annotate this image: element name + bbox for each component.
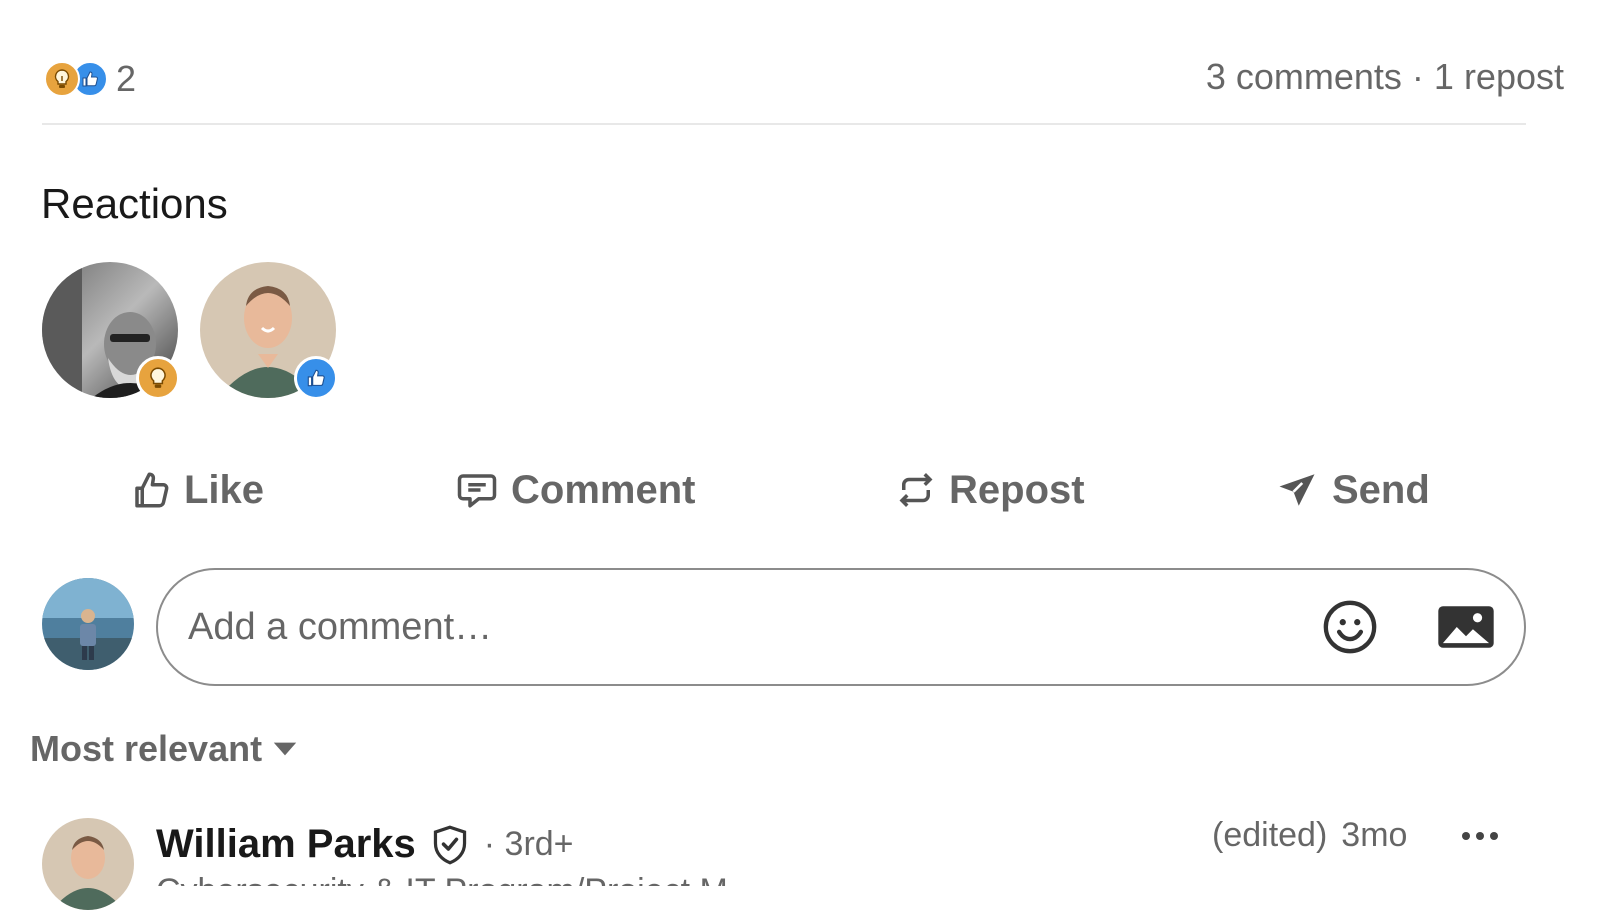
like-label: Like [184,467,265,512]
emoji-button[interactable] [1318,595,1382,659]
comment-button[interactable]: Comment [455,450,695,530]
comment-icon [457,474,497,508]
current-user-avatar[interactable] [42,578,134,670]
add-comment-input[interactable] [186,604,1270,650]
reposts-count-link[interactable]: 1 repost [1434,56,1564,98]
commenter-headline-text: Cybersecurity & IT Program/Project M [156,874,856,886]
divider [42,123,1526,125]
reaction-summary[interactable]: 2 [44,58,136,100]
insightful-reaction-icon [44,61,80,97]
comment-timestamp: 3mo [1341,816,1408,854]
thumbs-up-icon [135,472,169,508]
comment-sort-dropdown[interactable]: Most relevant [30,728,298,770]
send-button[interactable]: Send [1274,450,1430,530]
insightful-badge-icon [136,356,180,400]
like-button[interactable]: Like [130,450,264,530]
commenter-avatar[interactable] [42,818,134,910]
commenter-name[interactable]: William Parks [156,822,416,867]
post-action-bar: Like Comment Repost Send [40,450,1560,530]
caret-down-icon [273,742,297,756]
comment-composer[interactable] [156,568,1526,686]
emoji-icon [1323,600,1377,654]
verified-shield-icon [433,825,466,865]
engagement-counts: 3 comments · 1 repost [1206,56,1564,98]
send-icon [1279,474,1315,506]
comment-meta: (edited) 3mo [1212,816,1407,855]
repost-label: Repost [949,467,1085,512]
social-counts-bar: 2 3 comments · 1 repost [44,50,1564,106]
comments-count-link[interactable]: 3 comments [1206,56,1402,98]
connection-degree: · 3rd+ [483,825,574,863]
reactor-avatar-1[interactable] [42,262,180,400]
add-image-button[interactable] [1434,595,1498,659]
reactor-avatar-2[interactable] [200,262,338,400]
reactions-heading: Reactions [41,180,228,227]
repost-button[interactable]: Repost [895,450,1085,530]
image-icon [1438,606,1494,648]
like-badge-icon [294,356,338,400]
commenter-headline: Cybersecurity & IT Program/Project M [156,874,856,886]
commenter-name-row: William Parks · 3rd+ [156,822,574,867]
comment-label: Comment [511,467,696,512]
reaction-count[interactable]: 2 [116,58,136,100]
edited-label: (edited) [1212,816,1328,854]
comment-more-options-button[interactable] [1456,816,1504,856]
send-label: Send [1332,467,1430,512]
counts-separator: · [1411,56,1424,97]
repost-icon [899,473,933,507]
ellipsis-icon [1462,832,1498,840]
sort-label: Most relevant [30,728,263,769]
